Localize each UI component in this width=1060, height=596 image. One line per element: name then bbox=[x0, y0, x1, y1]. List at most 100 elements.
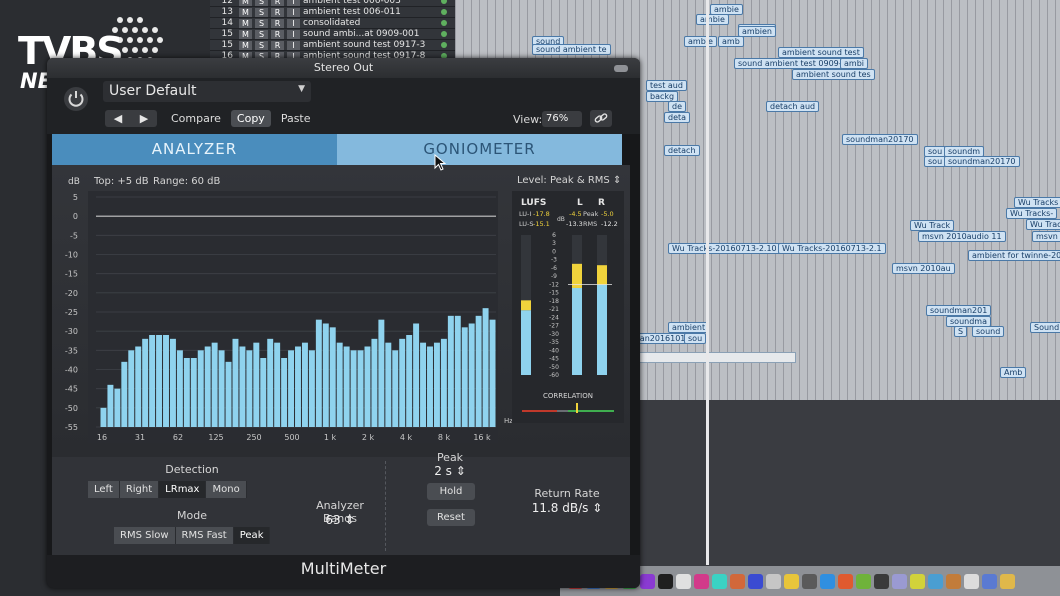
audio-region[interactable]: soundman20170 bbox=[842, 134, 918, 145]
audio-region[interactable]: Wu Tracks- bbox=[1006, 208, 1058, 219]
paste-button[interactable]: Paste bbox=[275, 110, 317, 127]
track-s-button[interactable]: S bbox=[255, 0, 268, 6]
track-m-button[interactable]: M bbox=[239, 40, 252, 50]
power-icon[interactable] bbox=[63, 86, 89, 112]
dock-app-icon[interactable] bbox=[892, 573, 907, 589]
dock-app-icon[interactable] bbox=[730, 573, 745, 589]
dock-app-icon[interactable] bbox=[694, 573, 709, 589]
audio-region[interactable]: sound ambient te bbox=[532, 44, 611, 55]
track-r-button[interactable]: R bbox=[271, 0, 284, 6]
dock-app-icon[interactable] bbox=[964, 573, 979, 589]
audio-region[interactable]: Wu Track bbox=[910, 220, 955, 231]
dock-app-icon[interactable] bbox=[766, 573, 781, 589]
track-row[interactable]: 12 M S R Iambient test 006-003 bbox=[210, 0, 455, 7]
dock-app-icon[interactable] bbox=[838, 573, 853, 589]
audio-region[interactable]: Amb bbox=[1000, 367, 1027, 378]
title-bar[interactable]: Stereo Out bbox=[47, 58, 640, 78]
track-m-button[interactable]: M bbox=[239, 0, 252, 6]
audio-region[interactable]: soundman201 bbox=[926, 305, 992, 316]
audio-region[interactable]: ambie bbox=[684, 36, 717, 47]
track-i-button[interactable]: I bbox=[287, 29, 300, 39]
dock-app-icon[interactable] bbox=[802, 573, 817, 589]
track-r-button[interactable]: R bbox=[271, 40, 284, 50]
audio-region[interactable]: detach aud bbox=[766, 101, 820, 112]
previous-preset-button[interactable]: ◀ bbox=[105, 110, 131, 127]
track-r-button[interactable]: R bbox=[271, 7, 284, 17]
hold-button[interactable]: Hold bbox=[427, 483, 475, 500]
track-r-button[interactable]: R bbox=[271, 29, 284, 39]
detection-lrmax-button[interactable]: LRmax bbox=[159, 481, 207, 498]
audio-region[interactable]: ambien bbox=[738, 26, 776, 37]
dock-app-icon[interactable] bbox=[856, 573, 871, 589]
audio-region[interactable]: sou bbox=[684, 333, 707, 344]
preset-select[interactable]: User Default ▼ bbox=[103, 81, 311, 102]
tab-analyzer[interactable]: ANALYZER bbox=[52, 134, 337, 165]
detection-mono-button[interactable]: Mono bbox=[206, 481, 247, 498]
track-m-button[interactable]: M bbox=[239, 18, 252, 28]
audio-region[interactable]: amb bbox=[718, 36, 744, 47]
dock-app-icon[interactable] bbox=[928, 573, 943, 589]
audio-region[interactable]: soundman20170 bbox=[944, 156, 1020, 167]
track-row[interactable]: 13 M S R Iambient test 006-011 bbox=[210, 7, 455, 18]
audio-region[interactable]: ambi bbox=[840, 58, 868, 69]
track-i-button[interactable]: I bbox=[287, 7, 300, 17]
audio-region[interactable]: Wu Track bbox=[1026, 219, 1060, 230]
track-i-button[interactable]: I bbox=[287, 0, 300, 6]
audio-region[interactable]: msvn 2 bbox=[1032, 231, 1060, 242]
mode-rms-fast-button[interactable]: RMS Fast bbox=[175, 527, 234, 544]
dock-app-icon[interactable] bbox=[946, 573, 961, 589]
dock-app-icon[interactable] bbox=[1000, 573, 1015, 589]
audio-region[interactable]: ambient sound tes bbox=[792, 69, 875, 80]
track-s-button[interactable]: S bbox=[255, 29, 268, 39]
audio-region[interactable]: Wu Tracks-20160713-2.1 bbox=[778, 243, 886, 254]
dock-app-icon[interactable] bbox=[658, 573, 673, 589]
dock-app-icon[interactable] bbox=[874, 573, 889, 589]
compare-button[interactable]: Compare bbox=[165, 110, 227, 127]
audio-region[interactable]: Wu Tracks-20160713-2.10 bbox=[668, 243, 781, 254]
track-row[interactable]: 14 M S R Iconsolidated bbox=[210, 18, 455, 29]
track-m-button[interactable]: M bbox=[239, 29, 252, 39]
track-s-button[interactable]: S bbox=[255, 7, 268, 17]
audio-region[interactable]: Wu Tracks bbox=[1014, 197, 1060, 208]
next-preset-button[interactable]: ▶ bbox=[131, 110, 157, 127]
audio-region[interactable]: ambient for twinne-2016 bbox=[968, 250, 1060, 261]
audio-region[interactable]: S bbox=[954, 326, 968, 337]
track-row[interactable]: 15 M S R Iambient sound test 0917-3 bbox=[210, 40, 455, 51]
link-icon[interactable] bbox=[590, 110, 612, 127]
audio-region[interactable]: ambient bbox=[668, 322, 710, 333]
audio-region[interactable]: deta bbox=[664, 112, 691, 123]
audio-region[interactable]: de bbox=[668, 101, 686, 112]
track-r-button[interactable]: R bbox=[271, 18, 284, 28]
level-mode-select[interactable]: Level: Peak & RMS ⇕ bbox=[517, 175, 621, 186]
analyzer-bands-value[interactable]: 63 ⇕ bbox=[315, 513, 365, 527]
track-s-button[interactable]: S bbox=[255, 18, 268, 28]
dock-app-icon[interactable] bbox=[712, 573, 727, 589]
copy-button[interactable]: Copy bbox=[230, 110, 271, 127]
view-zoom-select[interactable]: 76% bbox=[542, 111, 582, 127]
return-rate-value[interactable]: 11.8 dB/s ⇕ bbox=[527, 501, 607, 515]
track-i-button[interactable]: I bbox=[287, 40, 300, 50]
dock-app-icon[interactable] bbox=[640, 573, 655, 589]
dock-app-icon[interactable] bbox=[748, 573, 763, 589]
audio-region[interactable]: ambient sound test bbox=[778, 47, 864, 58]
tab-goniometer[interactable]: GONIOMETER bbox=[337, 134, 622, 165]
window-collapse-button[interactable] bbox=[614, 65, 628, 72]
dock-app-icon[interactable] bbox=[784, 573, 799, 589]
audio-region[interactable]: msvn 2010au bbox=[892, 263, 955, 274]
track-m-button[interactable]: M bbox=[239, 7, 252, 17]
mode-rms-slow-button[interactable]: RMS Slow bbox=[114, 527, 176, 544]
mode-peak-button[interactable]: Peak bbox=[233, 527, 271, 544]
audio-region[interactable]: sou bbox=[924, 156, 947, 167]
audio-region[interactable]: test aud bbox=[646, 80, 687, 91]
dock-app-icon[interactable] bbox=[676, 573, 691, 589]
detection-right-button[interactable]: Right bbox=[119, 481, 160, 498]
dock-app-icon[interactable] bbox=[982, 573, 997, 589]
audio-region[interactable]: ambie bbox=[696, 14, 729, 25]
track-i-button[interactable]: I bbox=[287, 18, 300, 28]
dock-app-icon[interactable] bbox=[910, 573, 925, 589]
playhead[interactable] bbox=[706, 0, 709, 565]
dock-app-icon[interactable] bbox=[820, 573, 835, 589]
audio-region[interactable]: detach bbox=[664, 145, 700, 156]
peak-hold-value[interactable]: 2 s ⇕ bbox=[425, 464, 475, 478]
track-s-button[interactable]: S bbox=[255, 40, 268, 50]
